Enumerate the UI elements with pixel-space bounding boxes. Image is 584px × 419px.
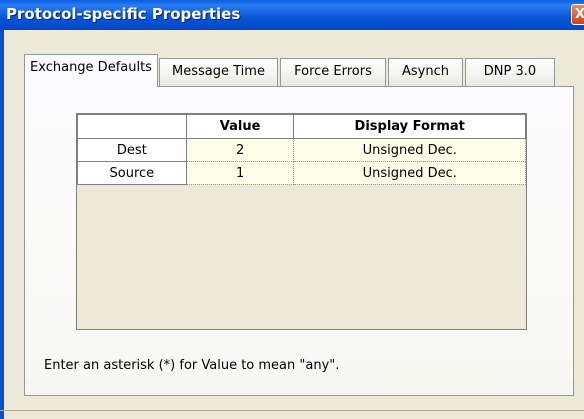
dest-format-cell[interactable]: Unsigned Dec. xyxy=(293,138,526,162)
properties-table: Value Display Format Dest 2 Unsigned Dec… xyxy=(77,114,526,185)
tab-message-time[interactable]: Message Time xyxy=(159,58,278,86)
tab-force-errors[interactable]: Force Errors xyxy=(280,58,386,86)
properties-grid[interactable]: Value Display Format Dest 2 Unsigned Dec… xyxy=(76,113,527,330)
tab-exchange-defaults[interactable]: Exchange Defaults xyxy=(24,54,158,87)
source-format-cell[interactable]: Unsigned Dec. xyxy=(293,161,526,185)
value-column-header[interactable]: Value xyxy=(185,114,295,139)
corner-header xyxy=(77,114,187,139)
close-icon[interactable]: X xyxy=(571,4,584,25)
row-header-dest[interactable]: Dest xyxy=(77,138,187,162)
window-title: Protocol-specific Properties xyxy=(6,5,241,23)
tab-dnp[interactable]: DNP 3.0 xyxy=(465,58,555,86)
table-header-row: Value Display Format xyxy=(77,114,526,139)
display-format-column-header[interactable]: Display Format xyxy=(293,114,526,139)
hint-text: Enter an asterisk (*) for Value to mean … xyxy=(44,358,340,373)
source-value-cell[interactable]: 1 xyxy=(185,161,295,185)
table-row: Dest 2 Unsigned Dec. xyxy=(77,138,526,162)
tab-asynch[interactable]: Asynch xyxy=(388,58,463,86)
dialog-bottom-divider xyxy=(0,410,584,411)
table-row: Source 1 Unsigned Dec. xyxy=(77,161,526,185)
title-bar[interactable]: Protocol-specific Properties X xyxy=(0,0,584,30)
dest-value-cell[interactable]: 2 xyxy=(185,138,295,162)
window-frame xyxy=(0,30,4,419)
row-header-source[interactable]: Source xyxy=(77,161,187,185)
